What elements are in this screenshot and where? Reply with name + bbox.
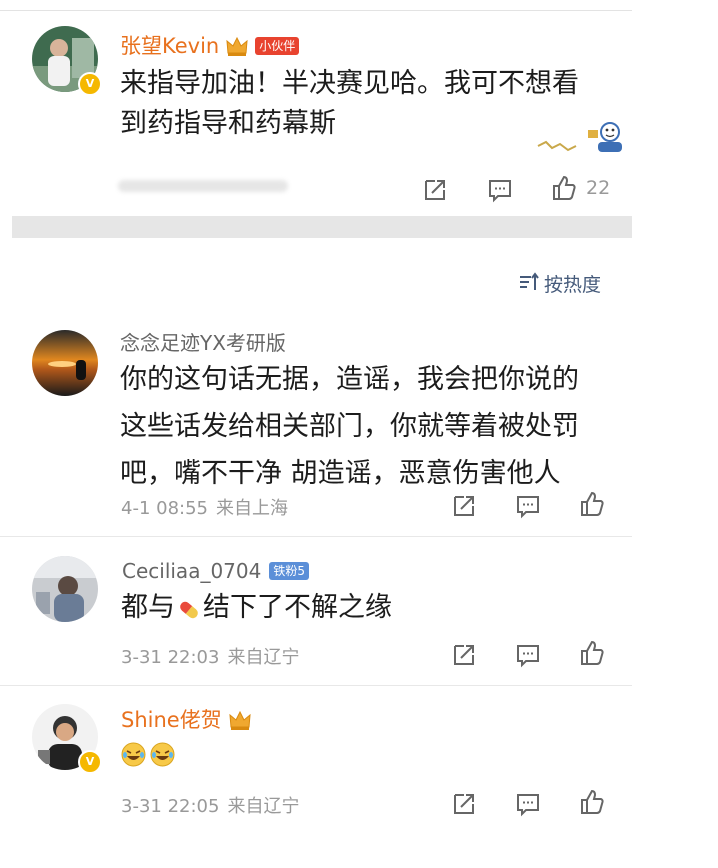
like-icon[interactable] — [578, 639, 606, 667]
comment-author-row: Ceciliaa_0704 铁粉5 — [122, 558, 309, 584]
post-text: 来指导加油！半决赛见哈。我可不想看 到药指导和药幕斯 — [120, 64, 579, 144]
member-badge: 小伙伴 — [255, 37, 300, 55]
laugh-cry-emoji — [150, 742, 175, 771]
comment-meta: 3-31 22:05 来自辽宁 — [121, 792, 299, 818]
verified-badge-icon: V — [78, 72, 102, 96]
post-text-line: 来指导加油！半决赛见哈。我可不想看 — [120, 68, 579, 99]
share-icon[interactable] — [450, 641, 478, 669]
post-author-row: 张望Kevin 小伙伴 — [120, 33, 300, 59]
comment-author-row: Shine佬贺 — [121, 707, 252, 733]
like-icon[interactable] — [578, 788, 606, 816]
comment-text-line: 吧，嘴不干净 胡造谣，恶意伤害他人 — [120, 458, 561, 489]
comment-divider — [0, 536, 632, 537]
top-divider — [0, 10, 632, 11]
avatar[interactable] — [32, 330, 98, 396]
post-text-line: 到药指导和药幕斯 — [120, 108, 336, 139]
fan-badge: 铁粉5 — [269, 562, 309, 580]
like-count: 22 — [586, 177, 611, 199]
comment-text-part: 结下了不解之缘 — [203, 592, 392, 623]
decorative-sticker-icon — [536, 116, 626, 160]
share-icon[interactable] — [450, 492, 478, 520]
sort-toggle[interactable]: 按热度 — [518, 270, 601, 297]
comment-icon[interactable] — [514, 641, 542, 669]
post-author-avatar-wrap[interactable]: V — [32, 26, 102, 96]
comment-location: 来自辽宁 — [227, 796, 300, 817]
post-username[interactable]: 张望Kevin — [120, 33, 219, 59]
comment-text-part: 都与 — [121, 592, 175, 623]
share-icon[interactable] — [421, 176, 449, 204]
comment-text-line: 你的这句话无据，造谣，我会把你说的 — [120, 364, 579, 395]
like-button[interactable]: 22 — [550, 174, 610, 202]
comment-time: 3-31 22:05 — [121, 796, 220, 817]
crown-icon — [228, 709, 252, 731]
comment-divider — [0, 685, 632, 686]
comment-meta: 3-31 22:03 来自辽宁 — [121, 643, 299, 669]
sort-label[interactable]: 按热度 — [544, 270, 601, 297]
laugh-cry-emoji — [121, 742, 146, 771]
crown-icon — [225, 35, 249, 57]
like-icon[interactable] — [578, 490, 606, 518]
section-gap — [12, 216, 632, 238]
verified-badge-icon: V — [78, 750, 102, 774]
comment-location: 来自辽宁 — [227, 647, 300, 668]
pill-icon — [176, 595, 202, 621]
comment-icon[interactable] — [514, 492, 542, 520]
comment-username[interactable]: Shine佬贺 — [121, 707, 222, 733]
comment-username[interactable]: Ceciliaa_0704 — [122, 558, 261, 584]
comment-text-line: 这些话发给相关部门，你就等着被处罚 — [120, 411, 579, 442]
like-icon[interactable] — [550, 174, 578, 202]
share-icon[interactable] — [450, 790, 478, 818]
comment-icon[interactable] — [486, 176, 514, 204]
comment-text: 都与 结下了不解之缘 — [121, 588, 392, 628]
comment-meta: 4-1 08:55 来自上海 — [121, 494, 288, 520]
comment-time: 4-1 08:55 — [121, 498, 208, 519]
comment-time: 3-31 22:03 — [121, 647, 220, 668]
comment-username[interactable]: 念念足迹YX考研版 — [120, 330, 286, 356]
avatar[interactable] — [32, 556, 98, 622]
sort-icon — [518, 271, 540, 297]
comment-emoji-text — [121, 742, 175, 771]
comment-icon[interactable] — [514, 790, 542, 818]
comment-location: 来自上海 — [216, 498, 288, 519]
avatar-wrap[interactable]: V — [32, 704, 102, 774]
comment-text: 你的这句话无据，造谣，我会把你说的 这些话发给相关部门，你就等着被处罚 吧，嘴不… — [120, 360, 579, 494]
blurred-meta — [118, 180, 288, 192]
